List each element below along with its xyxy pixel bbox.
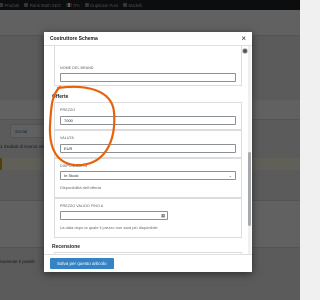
modal-scrollbar-thumb[interactable] xyxy=(248,152,251,226)
review-section-title: Recensione xyxy=(52,244,81,250)
price-input[interactable]: 7000 xyxy=(60,116,236,125)
currency-label: VALUTA xyxy=(60,136,75,140)
price-block: PREZZO 7000 xyxy=(54,102,242,130)
calendar-icon[interactable]: ▦ xyxy=(161,213,165,219)
close-button[interactable]: × xyxy=(241,34,246,43)
currency-block: VALUTA EUR xyxy=(54,130,242,158)
chevron-down-icon: ⌄ xyxy=(228,173,232,178)
modal-footer: Salva per questo articolo xyxy=(44,254,252,272)
price-label: PREZZO xyxy=(60,108,76,112)
availability-label: DISPONIBILITÀ xyxy=(60,164,88,168)
brand-block: NOME DEL BRAND xyxy=(54,46,248,86)
price-valid-until-label: PREZZO VALIDO FINO A xyxy=(60,204,104,208)
availability-select[interactable]: In Stock ⌄ xyxy=(60,171,236,180)
currency-input[interactable]: EUR xyxy=(60,144,236,153)
brand-name-label: NOME DEL BRAND xyxy=(60,66,94,70)
availability-value: In Stock xyxy=(64,173,79,178)
brand-name-input[interactable] xyxy=(60,73,236,82)
availability-help: Disponibilità dell'offerta xyxy=(60,185,101,190)
schema-builder-modal: Costruttore Schema × NOME DEL BRAND Offe… xyxy=(44,32,252,272)
price-valid-until-help: La data dopo la quale il prezzo non sarà… xyxy=(60,225,158,230)
modal-body: NOME DEL BRAND Offerte PREZZO 7000 VALUT… xyxy=(44,46,252,254)
availability-block: DISPONIBILITÀ In Stock ⌄ Disponibilità d… xyxy=(54,158,242,198)
price-valid-until-input[interactable]: ▦ xyxy=(60,211,168,220)
save-for-article-button[interactable]: Salva per questo articolo xyxy=(50,258,114,269)
price-valid-until-block: PREZZO VALIDO FINO A ▦ La data dopo la q… xyxy=(54,198,242,238)
modal-title: Costruttore Schema xyxy=(50,35,98,42)
offers-section-title: Offerte xyxy=(52,94,69,100)
modal-header: Costruttore Schema × xyxy=(44,32,252,46)
